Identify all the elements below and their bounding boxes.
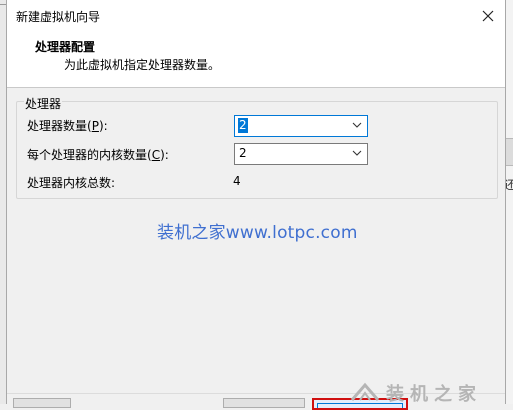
title-bar: 新建虚拟机向导 [7,0,505,32]
processor-group-label: 处理器 [24,95,63,112]
page-subtitle: 为此虚拟机指定处理器数量。 [64,58,221,72]
processors-count-value: 2 [238,118,248,133]
chevron-down-icon [352,122,362,128]
cores-per-processor-select[interactable]: 2 [234,143,368,165]
total-cores-value: 4 [233,174,241,188]
processors-count-select[interactable]: 2 [234,115,368,137]
close-icon [482,10,494,22]
watermark-text: 装机之家www.lotpc.com [157,223,358,243]
logo-icon [350,382,380,401]
corner-watermark-logo: 装机之家 [350,380,500,405]
total-cores-label: 处理器内核总数: [27,176,116,190]
help-button[interactable] [13,398,71,408]
background-right-panel [505,0,513,404]
corner-logo-text: 装机之家 [386,384,482,405]
wizard-header: 处理器配置 为此虚拟机指定处理器数量。 [7,32,505,88]
processors-count-label: 处理器数量(P): [27,119,108,133]
close-button[interactable] [471,0,505,32]
window-title: 新建虚拟机向导 [16,10,101,24]
cores-per-processor-value: 2 [239,146,247,160]
page-title: 处理器配置 [35,40,96,54]
back-button[interactable] [223,398,305,408]
background-scroll-tab [505,138,513,166]
chevron-down-icon [352,150,362,156]
cores-per-processor-label: 每个处理器的内核数量(C): [27,148,169,162]
new-vm-wizard-dialog: 新建虚拟机向导 处理器配置 为此虚拟机指定处理器数量。 处理器 处理器数量(P)… [6,0,506,410]
